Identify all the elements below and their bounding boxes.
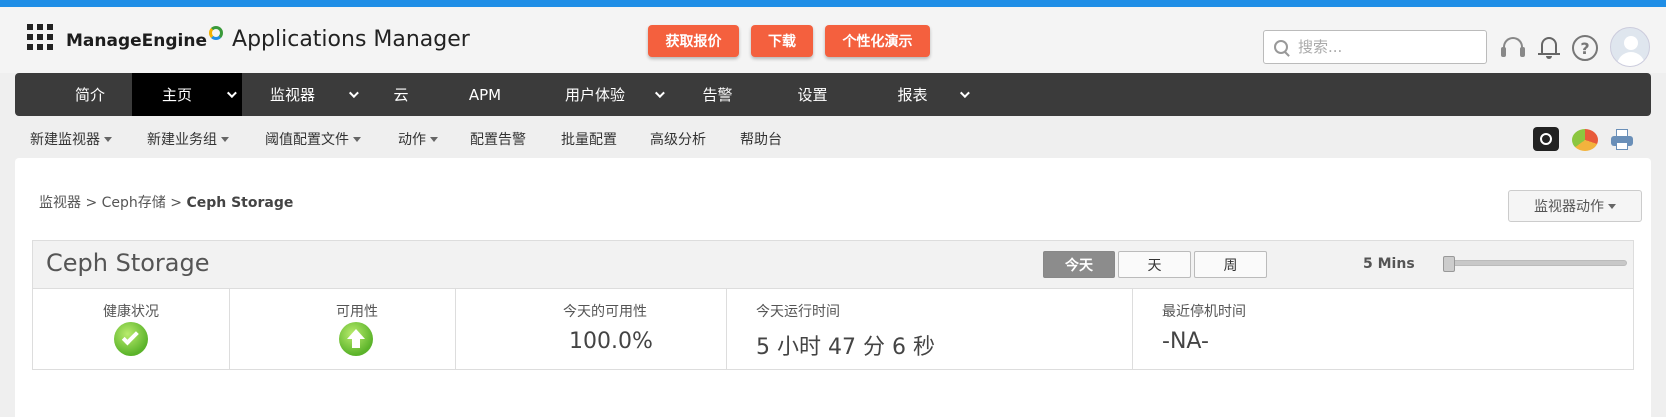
help-icon[interactable]: ? xyxy=(1572,35,1598,61)
new-monitor-menu[interactable]: 新建监视器 xyxy=(30,129,112,149)
interval-slider-track[interactable] xyxy=(1443,260,1627,266)
nav-home-label: 主页 xyxy=(161,86,192,104)
helpdesk-link[interactable]: 帮助台 xyxy=(740,129,782,149)
actions-label: 动作 xyxy=(398,132,426,148)
nav-intro[interactable]: 简介 xyxy=(60,73,120,116)
monitor-actions-button[interactable]: 监视器动作 xyxy=(1508,190,1642,222)
search-input[interactable] xyxy=(1298,38,1478,56)
monitor-summary-panel: Ceph Storage 今天 天 周 5 Mins 健康状况 可用性 今天的可… xyxy=(32,240,1634,370)
support-headset-icon[interactable] xyxy=(1500,35,1526,61)
advanced-analysis-link[interactable]: 高级分析 xyxy=(650,129,706,149)
notification-bell-icon[interactable] xyxy=(1536,35,1562,61)
download-button[interactable]: 下载 xyxy=(751,25,813,57)
nav-cloud[interactable]: 云 xyxy=(385,73,417,116)
search-icon xyxy=(1274,40,1288,54)
interval-label: 5 Mins xyxy=(1363,256,1415,272)
caret-down-icon xyxy=(221,136,229,142)
caret-down-icon xyxy=(1608,203,1616,209)
brand-name: ManageEngine xyxy=(66,31,208,51)
breadcrumb-separator: > xyxy=(81,195,102,211)
snapshot-camera-icon[interactable] xyxy=(1533,127,1559,151)
main-nav: 简介 主页 监视器 云 APM 用户体验 告警 设置 报表 xyxy=(15,73,1651,116)
content-area: 监视器 > Ceph存储 > Ceph Storage 监视器动作 Ceph S… xyxy=(15,158,1651,417)
period-today-button[interactable]: 今天 xyxy=(1043,251,1115,278)
get-quote-button[interactable]: 获取报价 xyxy=(648,25,739,57)
last-downtime-stat: 最近停机时间 -NA- xyxy=(1133,289,1633,369)
header: ManageEngine Applications Manager 获取报价 下… xyxy=(0,7,1666,73)
breadcrumb-monitors[interactable]: 监视器 xyxy=(39,195,81,211)
nav-home-chevron-down-icon[interactable] xyxy=(220,73,240,116)
nav-user-experience-chevron-down-icon[interactable] xyxy=(648,73,668,116)
period-week-button[interactable]: 周 xyxy=(1194,251,1267,278)
new-monitor-label: 新建监视器 xyxy=(30,132,100,148)
today-uptime-label: 今天运行时间 xyxy=(756,304,840,320)
actions-menu[interactable]: 动作 xyxy=(398,129,438,149)
nav-monitors-chevron-down-icon[interactable] xyxy=(342,73,362,116)
health-label: 健康状况 xyxy=(103,304,159,320)
panel-header: Ceph Storage 今天 天 周 5 Mins xyxy=(33,241,1633,289)
nav-settings[interactable]: 设置 xyxy=(790,73,835,116)
health-stat: 健康状况 xyxy=(33,289,230,369)
app-grid-icon[interactable] xyxy=(27,24,53,50)
caret-down-icon xyxy=(353,136,361,142)
caret-down-icon xyxy=(104,136,112,142)
nav-reports[interactable]: 报表 xyxy=(890,73,935,116)
new-business-group-label: 新建业务组 xyxy=(147,132,217,148)
configure-alarms-link[interactable]: 配置告警 xyxy=(470,129,526,149)
last-downtime-label: 最近停机时间 xyxy=(1162,304,1246,320)
last-downtime-value: -NA- xyxy=(1162,329,1209,354)
today-uptime-value: 5 小时 47 分 6 秒 xyxy=(756,335,935,360)
threshold-profile-label: 阈值配置文件 xyxy=(265,132,349,148)
personalized-demo-button[interactable]: 个性化演示 xyxy=(825,25,930,57)
today-availability-stat: 今天的可用性 100.0% xyxy=(456,289,727,369)
caret-down-icon xyxy=(430,136,438,142)
brand-swirl-icon xyxy=(209,26,224,40)
availability-label: 可用性 xyxy=(336,304,378,320)
pie-chart-icon[interactable] xyxy=(1572,129,1598,151)
today-availability-value: 100.0% xyxy=(569,329,653,354)
nav-apm[interactable]: APM xyxy=(460,73,510,116)
today-availability-label: 今天的可用性 xyxy=(563,304,647,320)
new-business-group-menu[interactable]: 新建业务组 xyxy=(147,129,229,149)
nav-monitors[interactable]: 监视器 xyxy=(260,73,325,116)
nav-alarms[interactable]: 告警 xyxy=(695,73,740,116)
period-day-button[interactable]: 天 xyxy=(1118,251,1191,278)
threshold-profile-menu[interactable]: 阈值配置文件 xyxy=(265,129,361,149)
brand-logo[interactable]: ManageEngine Applications Manager xyxy=(66,26,470,55)
nav-user-experience[interactable]: 用户体验 xyxy=(555,73,635,116)
breadcrumb: 监视器 > Ceph存储 > Ceph Storage xyxy=(39,192,293,212)
printer-icon[interactable] xyxy=(1609,127,1635,151)
app-name: Applications Manager xyxy=(232,27,470,52)
user-avatar[interactable] xyxy=(1610,27,1650,67)
health-ok-check-icon[interactable] xyxy=(114,322,148,356)
top-accent-bar xyxy=(0,0,1666,7)
today-uptime-stat: 今天运行时间 5 小时 47 分 6 秒 xyxy=(727,289,1133,369)
search-box[interactable] xyxy=(1263,30,1487,64)
breadcrumb-separator: > xyxy=(165,195,187,211)
sub-nav: 新建监视器 新建业务组 阈值配置文件 动作 配置告警 批量配置 高级分析 帮助台 xyxy=(0,116,1666,158)
breadcrumb-current: Ceph Storage xyxy=(186,195,294,211)
panel-title: Ceph Storage xyxy=(46,249,210,277)
breadcrumb-ceph-storage-type[interactable]: Ceph存储 xyxy=(102,195,166,211)
availability-up-arrow-icon[interactable] xyxy=(339,322,373,356)
availability-stat: 可用性 xyxy=(230,289,456,369)
interval-slider-handle[interactable] xyxy=(1443,256,1455,272)
nav-reports-chevron-down-icon[interactable] xyxy=(953,73,973,116)
bulk-config-link[interactable]: 批量配置 xyxy=(561,129,617,149)
monitor-actions-label: 监视器动作 xyxy=(1534,199,1604,215)
